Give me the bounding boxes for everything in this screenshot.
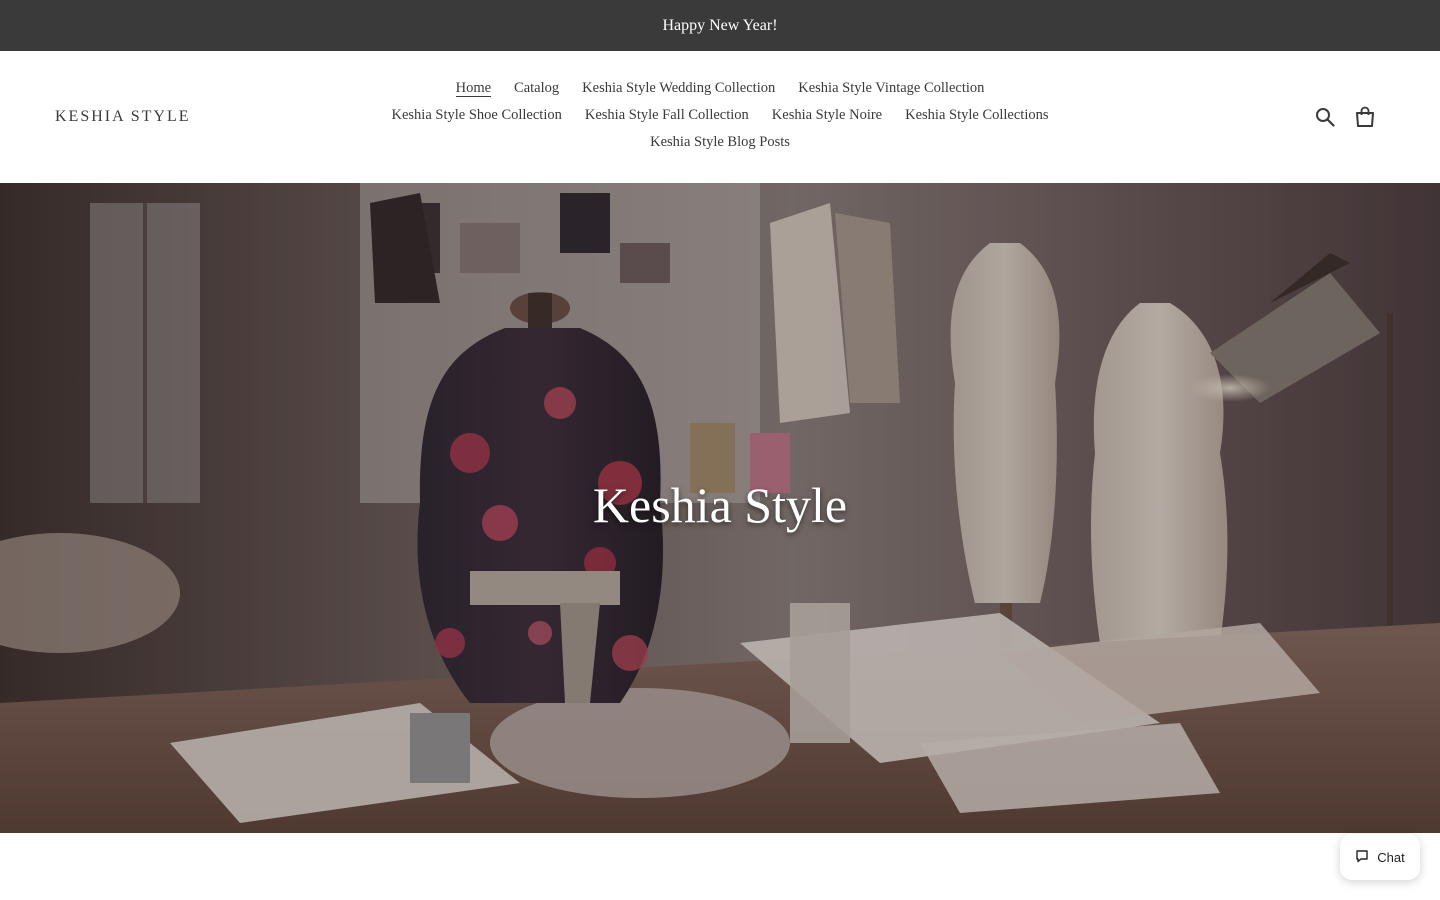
chat-button[interactable]: Chat: [1340, 834, 1420, 880]
nav-item-catalog[interactable]: Catalog: [503, 78, 571, 98]
cart-icon[interactable]: [1354, 106, 1376, 128]
main-nav: Home Catalog Keshia Style Wedding Collec…: [360, 78, 1080, 152]
nav-item-shoe-collection[interactable]: Keshia Style Shoe Collection: [380, 105, 573, 125]
site-header: KESHIA STYLE Home Catalog Keshia Style W…: [0, 51, 1440, 183]
announcement-bar: Happy New Year!: [0, 0, 1440, 51]
announcement-text: Happy New Year!: [662, 16, 778, 34]
hero-title: Keshia Style: [592, 477, 848, 533]
chat-bubble-icon: [1355, 849, 1369, 866]
nav-item-noire[interactable]: Keshia Style Noire: [760, 105, 893, 125]
nav-item-vintage-collection[interactable]: Keshia Style Vintage Collection: [787, 78, 996, 98]
search-icon[interactable]: [1314, 106, 1336, 128]
header-icons: [1314, 106, 1376, 128]
chat-label: Chat: [1377, 849, 1405, 865]
nav-item-collections[interactable]: Keshia Style Collections: [894, 105, 1060, 125]
hero-banner: Keshia Style: [0, 183, 1440, 833]
site-logo[interactable]: KESHIA STYLE: [55, 107, 191, 127]
nav-item-home[interactable]: Home: [444, 78, 502, 98]
nav-item-fall-collection[interactable]: Keshia Style Fall Collection: [573, 105, 760, 125]
nav-item-blog-posts[interactable]: Keshia Style Blog Posts: [639, 132, 802, 152]
nav-item-wedding-collection[interactable]: Keshia Style Wedding Collection: [571, 78, 787, 98]
